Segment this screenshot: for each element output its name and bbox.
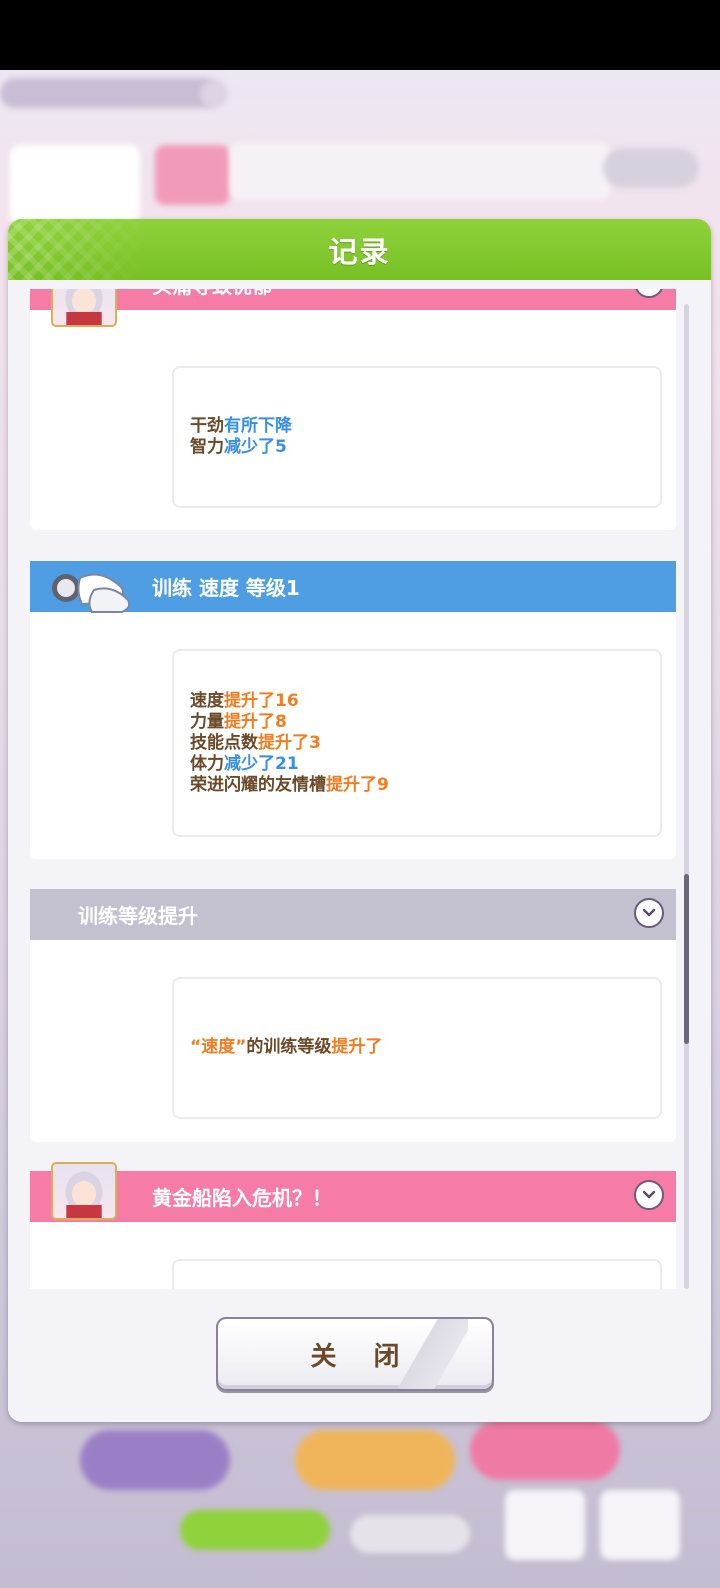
- close-button[interactable]: 关 闭: [216, 1317, 494, 1391]
- record-card-header[interactable]: 训练等级提升: [30, 889, 676, 940]
- record-card: 黄金船陷入危机？！: [30, 1171, 676, 1289]
- record-detail-box: [172, 1259, 662, 1289]
- record-line: 荣进闪耀的友情槽提升了9: [190, 775, 389, 795]
- scrollbar-track[interactable]: [684, 304, 689, 1289]
- chevron-down-icon[interactable]: [634, 289, 664, 298]
- character-portrait: [51, 289, 117, 327]
- record-line: 干劲有所下降: [190, 416, 292, 436]
- dialog-footer: 关 闭: [8, 1290, 711, 1422]
- status-bar: [0, 0, 720, 70]
- record-detail-box: “速度”的训练等级提升了: [172, 977, 662, 1119]
- close-button-label: 关 闭: [310, 1341, 414, 1372]
- record-line: 力量提升了8: [190, 712, 287, 732]
- chevron-down-icon[interactable]: [634, 898, 664, 928]
- record-line: 技能点数提升了3: [190, 733, 321, 753]
- record-line: 体力减少了21: [190, 754, 299, 774]
- record-line: 速度提升了16: [190, 691, 299, 711]
- record-title: 黄金船陷入危机？！: [152, 1186, 332, 1210]
- dialog-title: 记录: [328, 234, 391, 269]
- record-dialog: 记录 头痛导致忧郁 干劲有所下降 智力减少了5: [8, 219, 711, 1422]
- record-card-header[interactable]: 黄金船陷入危机？！: [30, 1171, 676, 1222]
- header-pattern: [8, 219, 148, 280]
- record-card: 训练等级提升 “速度”的训练等级提升了: [30, 889, 676, 1142]
- record-line: “速度”的训练等级提升了: [190, 1037, 383, 1057]
- record-card-header[interactable]: 头痛导致忧郁: [30, 289, 676, 310]
- record-list[interactable]: 头痛导致忧郁 干劲有所下降 智力减少了5 训练 速度 等: [8, 289, 711, 1289]
- record-title: 训练 速度 等级1: [152, 576, 300, 600]
- record-line: 智力减少了5: [190, 437, 287, 457]
- record-card: 头痛导致忧郁 干劲有所下降 智力减少了5: [30, 289, 676, 530]
- record-detail-box: 速度提升了16 力量提升了8 技能点数提升了3 体力减少了21 荣进闪耀的友情槽…: [172, 649, 662, 837]
- training-shoes-icon: [46, 560, 138, 618]
- record-title: 头痛导致忧郁: [152, 289, 272, 299]
- scrollbar-thumb[interactable]: [684, 874, 689, 1044]
- record-title: 训练等级提升: [78, 904, 198, 928]
- record-detail-box: 干劲有所下降 智力减少了5: [172, 366, 662, 508]
- chevron-down-icon[interactable]: [634, 1180, 664, 1210]
- dialog-header: 记录: [8, 219, 711, 280]
- character-portrait: [51, 1162, 117, 1220]
